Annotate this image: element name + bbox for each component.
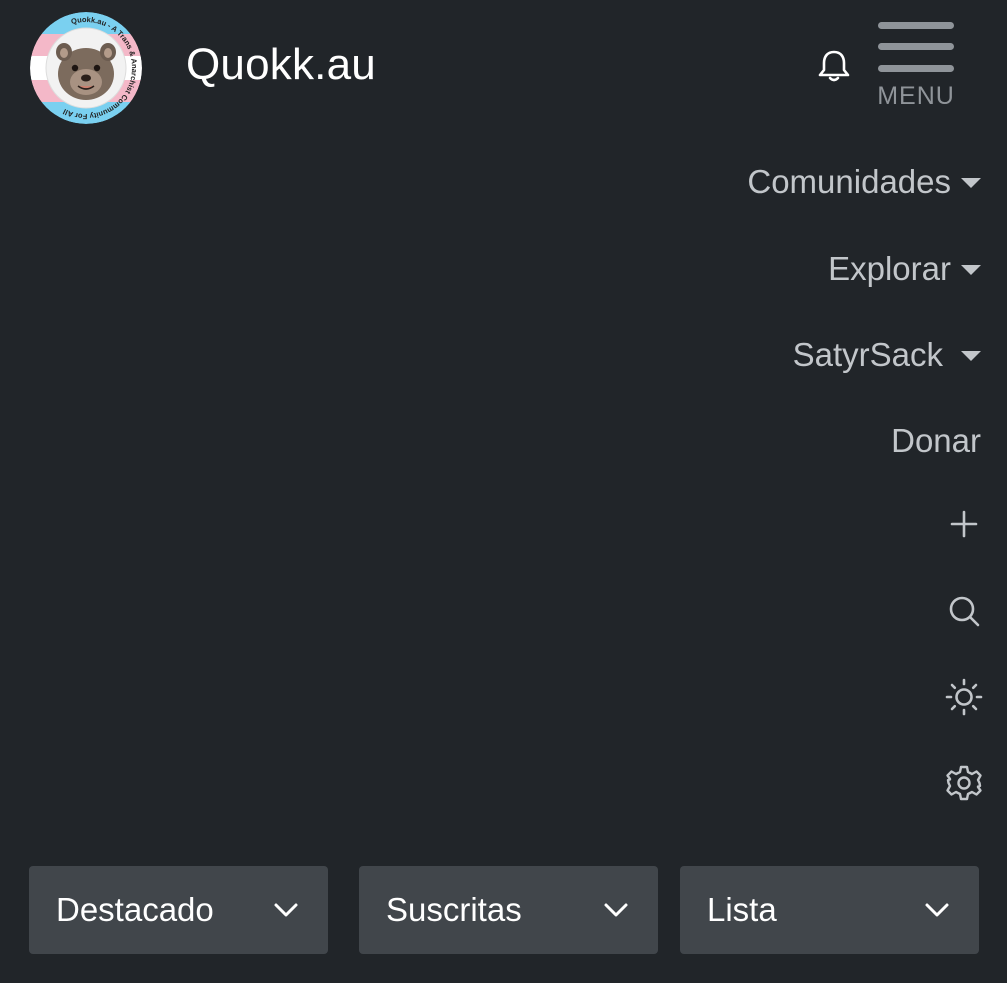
site-title[interactable]: Quokk.au — [186, 40, 376, 90]
view-select[interactable]: Lista — [680, 866, 979, 954]
bell-icon — [818, 50, 850, 82]
nav-item-label: SatyrSack — [792, 336, 943, 373]
hamburger-icon-bar-top — [878, 22, 954, 29]
chevron-down-icon — [604, 903, 628, 917]
nav-item-label: Comunidades — [747, 163, 951, 200]
nav-item-donar[interactable]: Donar — [891, 421, 981, 461]
chevron-down-icon — [925, 903, 949, 917]
hamburger-icon-bar-bottom — [878, 65, 954, 72]
caret-down-icon — [961, 178, 981, 188]
sort-select-value: Destacado — [56, 891, 214, 928]
plus-icon — [950, 510, 978, 538]
menu-label: MENU — [877, 82, 955, 110]
settings-button[interactable] — [944, 763, 984, 803]
search-button[interactable] — [944, 591, 984, 631]
nav-item-explorar[interactable]: Explorar — [828, 249, 981, 289]
hamburger-icon-bar-middle — [878, 43, 954, 50]
scope-select[interactable]: Suscritas — [359, 866, 658, 954]
nav-item-label: Donar — [891, 422, 981, 459]
scope-select-value: Suscritas — [386, 891, 522, 928]
nav-item-comunidades[interactable]: Comunidades — [747, 162, 981, 202]
caret-down-icon — [961, 265, 981, 275]
quokka-logo-icon: Quokk.au - A Trans & Anarchist Community… — [30, 12, 142, 124]
view-select-value: Lista — [707, 891, 777, 928]
create-post-button[interactable] — [944, 504, 984, 544]
page: Quokk.au - A Trans & Anarchist Community… — [0, 0, 1007, 983]
menu-toggle-button[interactable]: MENU — [876, 22, 956, 114]
chevron-down-icon — [274, 903, 298, 917]
notifications-button[interactable] — [814, 46, 854, 86]
sort-select[interactable]: Destacado — [29, 866, 328, 954]
search-icon — [949, 596, 980, 627]
nav-item-user[interactable]: SatyrSack — [793, 335, 981, 375]
nav-item-label: Explorar — [828, 250, 951, 287]
site-logo[interactable]: Quokk.au - A Trans & Anarchist Community… — [30, 12, 142, 124]
caret-down-icon — [961, 351, 981, 361]
sun-icon — [945, 678, 983, 716]
gear-icon — [946, 765, 982, 801]
theme-toggle-button[interactable] — [944, 677, 984, 717]
